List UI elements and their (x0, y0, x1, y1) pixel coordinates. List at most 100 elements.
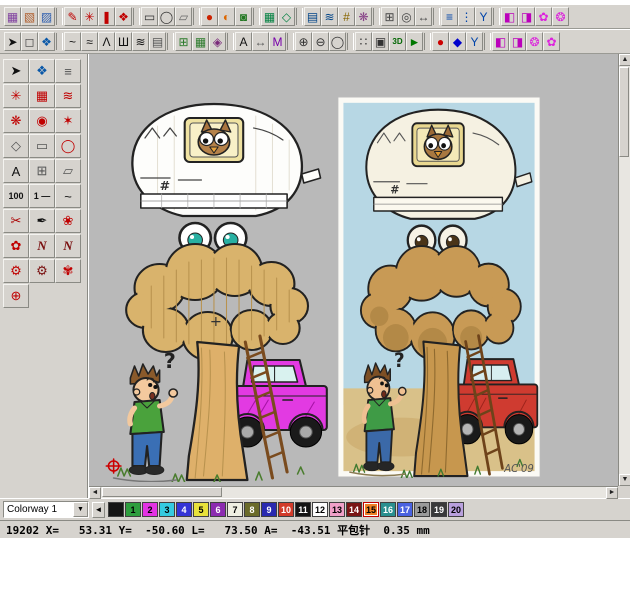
n-monogram-icon[interactable]: N (29, 234, 55, 258)
pointer-tool-icon[interactable]: ➤ (3, 59, 29, 83)
vertical-scroll-thumb[interactable] (619, 67, 629, 157)
start-point-icon[interactable]: ● (432, 32, 449, 51)
open-shape-tool-icon[interactable]: ◇ (3, 134, 29, 158)
measure-icon[interactable]: ↔ (415, 7, 432, 26)
mirror-horizontal-icon[interactable]: ◧ (501, 7, 518, 26)
zoom-out-icon[interactable]: ⊖ (312, 32, 329, 51)
palette-scroll-left-button[interactable]: ◄ (92, 502, 105, 518)
swatch-6[interactable]: 6 (210, 502, 226, 517)
run-tool-icon[interactable]: ~ (55, 184, 81, 208)
reshape-tool-icon[interactable]: ❖ (38, 32, 55, 51)
machine-settings-icon[interactable]: ⚙ (29, 259, 55, 283)
object-list-icon[interactable]: ⋮ (458, 7, 475, 26)
zoom-1to1-icon[interactable]: ◯ (329, 32, 346, 51)
skew-tool-icon[interactable]: ▱ (55, 159, 81, 183)
dropdown-arrow-icon[interactable]: ▼ (73, 502, 88, 517)
color-film-icon[interactable]: ▦ (4, 7, 21, 26)
kerning-icon[interactable]: ↔ (252, 32, 269, 51)
pen-digitize-icon[interactable]: ✒ (29, 209, 55, 233)
resequence-icon[interactable]: ≡ (441, 7, 458, 26)
swatch-19[interactable]: 19 (431, 502, 447, 517)
tatami-stitch-icon[interactable]: ▤ (149, 32, 166, 51)
run-stitch-icon[interactable]: ~ (64, 32, 81, 51)
motif-tool-icon[interactable]: ✳ (3, 84, 29, 108)
triple-run-icon[interactable]: ≈ (81, 32, 98, 51)
swatch-7[interactable]: 7 (227, 502, 243, 517)
circle-tool-icon[interactable]: ◯ (55, 134, 81, 158)
show-stitches-icon[interactable]: ∷ (355, 32, 372, 51)
zigzag-stitch-icon[interactable]: Λ (98, 32, 115, 51)
mesh-fill-icon[interactable]: ⊞ (175, 32, 192, 51)
radial-fill-icon[interactable]: ◉ (29, 109, 55, 133)
thread-color-icon[interactable]: ● (201, 7, 218, 26)
fabric-display-icon[interactable]: ▧ (21, 7, 38, 26)
swatch-9[interactable]: 9 (261, 502, 277, 517)
envelope-warp-icon[interactable]: ◇ (278, 7, 295, 26)
scroll-left-button[interactable]: ◄ (89, 487, 101, 499)
branch-objects-icon[interactable]: Y (475, 7, 492, 26)
swatch-3[interactable]: 3 (159, 502, 175, 517)
swatch-15[interactable]: 15 (363, 502, 379, 517)
scroll-down-button[interactable]: ▼ (619, 474, 630, 486)
carousel-icon[interactable]: ❂ (526, 32, 543, 51)
star-fill-icon[interactable]: ✶ (55, 109, 81, 133)
grid-tool-icon[interactable]: ⊞ (29, 159, 55, 183)
skew-shape-icon[interactable]: ▱ (175, 7, 192, 26)
ornament-icon[interactable]: ❖ (115, 7, 132, 26)
reshape-icon[interactable]: ❖ (29, 59, 55, 83)
color-wheel-icon[interactable]: ◐ (218, 7, 235, 26)
swatch-17[interactable]: 17 (397, 502, 413, 517)
swatch-1[interactable]: 1 (125, 502, 141, 517)
colorway-select[interactable]: Colorway 1 ▼ (3, 501, 89, 518)
stitch-design-preview[interactable]: # (99, 90, 331, 482)
wreath-tool-icon[interactable]: ✿ (543, 32, 560, 51)
zoom-in-icon[interactable]: ⊕ (295, 32, 312, 51)
horizontal-scroll-thumb[interactable] (102, 487, 222, 497)
motif-stamp-icon[interactable]: ✳ (81, 7, 98, 26)
satin-fill-icon[interactable]: ≋ (321, 7, 338, 26)
gear-motif-icon[interactable]: ⚙ (3, 259, 29, 283)
n-monogram-outline-icon[interactable]: N (55, 234, 81, 258)
florentine-fill-icon[interactable]: ❋ (3, 109, 29, 133)
vertical-scrollbar[interactable]: ▲ ▼ (618, 54, 630, 486)
swatch-13[interactable]: 13 (329, 502, 345, 517)
rectangle-icon[interactable]: ▭ (141, 7, 158, 26)
lettering-icon[interactable]: A (235, 32, 252, 51)
gradient-fill-icon[interactable]: ◈ (209, 32, 226, 51)
ellipse-icon[interactable]: ◯ (158, 7, 175, 26)
swatch-16[interactable]: 16 (380, 502, 396, 517)
reference-artwork-image[interactable]: # (337, 96, 541, 478)
swatch-20[interactable]: 20 (448, 502, 464, 517)
trim-icon[interactable]: ✂ (3, 209, 29, 233)
scroll-up-button[interactable]: ▲ (619, 54, 630, 66)
motif-fill-icon[interactable]: ❋ (355, 7, 372, 26)
freehand-draw-icon[interactable]: ✎ (64, 7, 81, 26)
flower-motif-icon[interactable]: ✿ (3, 234, 29, 258)
swatch-18[interactable]: 18 (414, 502, 430, 517)
flip-horizontal-icon[interactable]: ◧ (492, 32, 509, 51)
scroll-right-button[interactable]: ► (606, 487, 618, 499)
mirror-vertical-icon[interactable]: ◨ (518, 7, 535, 26)
swatch-12[interactable]: 12 (312, 502, 328, 517)
pattern-library-icon[interactable]: ▨ (38, 7, 55, 26)
end-point-icon[interactable]: ◆ (449, 32, 466, 51)
program-split-icon[interactable]: # (338, 7, 355, 26)
e-stitch-icon[interactable]: Ш (115, 32, 132, 51)
length-value-icon[interactable]: 1 — (29, 184, 55, 208)
swatch-0[interactable] (108, 502, 124, 517)
swatch-4[interactable]: 4 (176, 502, 192, 517)
pattern-fill-tool-icon[interactable]: ▦ (29, 84, 55, 108)
satin-stitch-icon[interactable]: ≋ (132, 32, 149, 51)
column-tool-icon[interactable]: ❚ (98, 7, 115, 26)
show-outlines-icon[interactable]: ▣ (372, 32, 389, 51)
box-select-icon[interactable]: ◻ (21, 32, 38, 51)
origin-marker-icon[interactable]: ⊕ (3, 284, 29, 308)
swatch-10[interactable]: 10 (278, 502, 294, 517)
lettering-tool-icon[interactable]: A (3, 159, 29, 183)
lattice-fill-icon[interactable]: ▦ (192, 32, 209, 51)
density-value-icon[interactable]: 100 (3, 184, 29, 208)
background-color-icon[interactable]: ◙ (235, 7, 252, 26)
flip-vertical-icon[interactable]: ◨ (509, 32, 526, 51)
horizontal-scrollbar[interactable]: ◄ ► (89, 486, 618, 498)
branching-icon[interactable]: Y (466, 32, 483, 51)
